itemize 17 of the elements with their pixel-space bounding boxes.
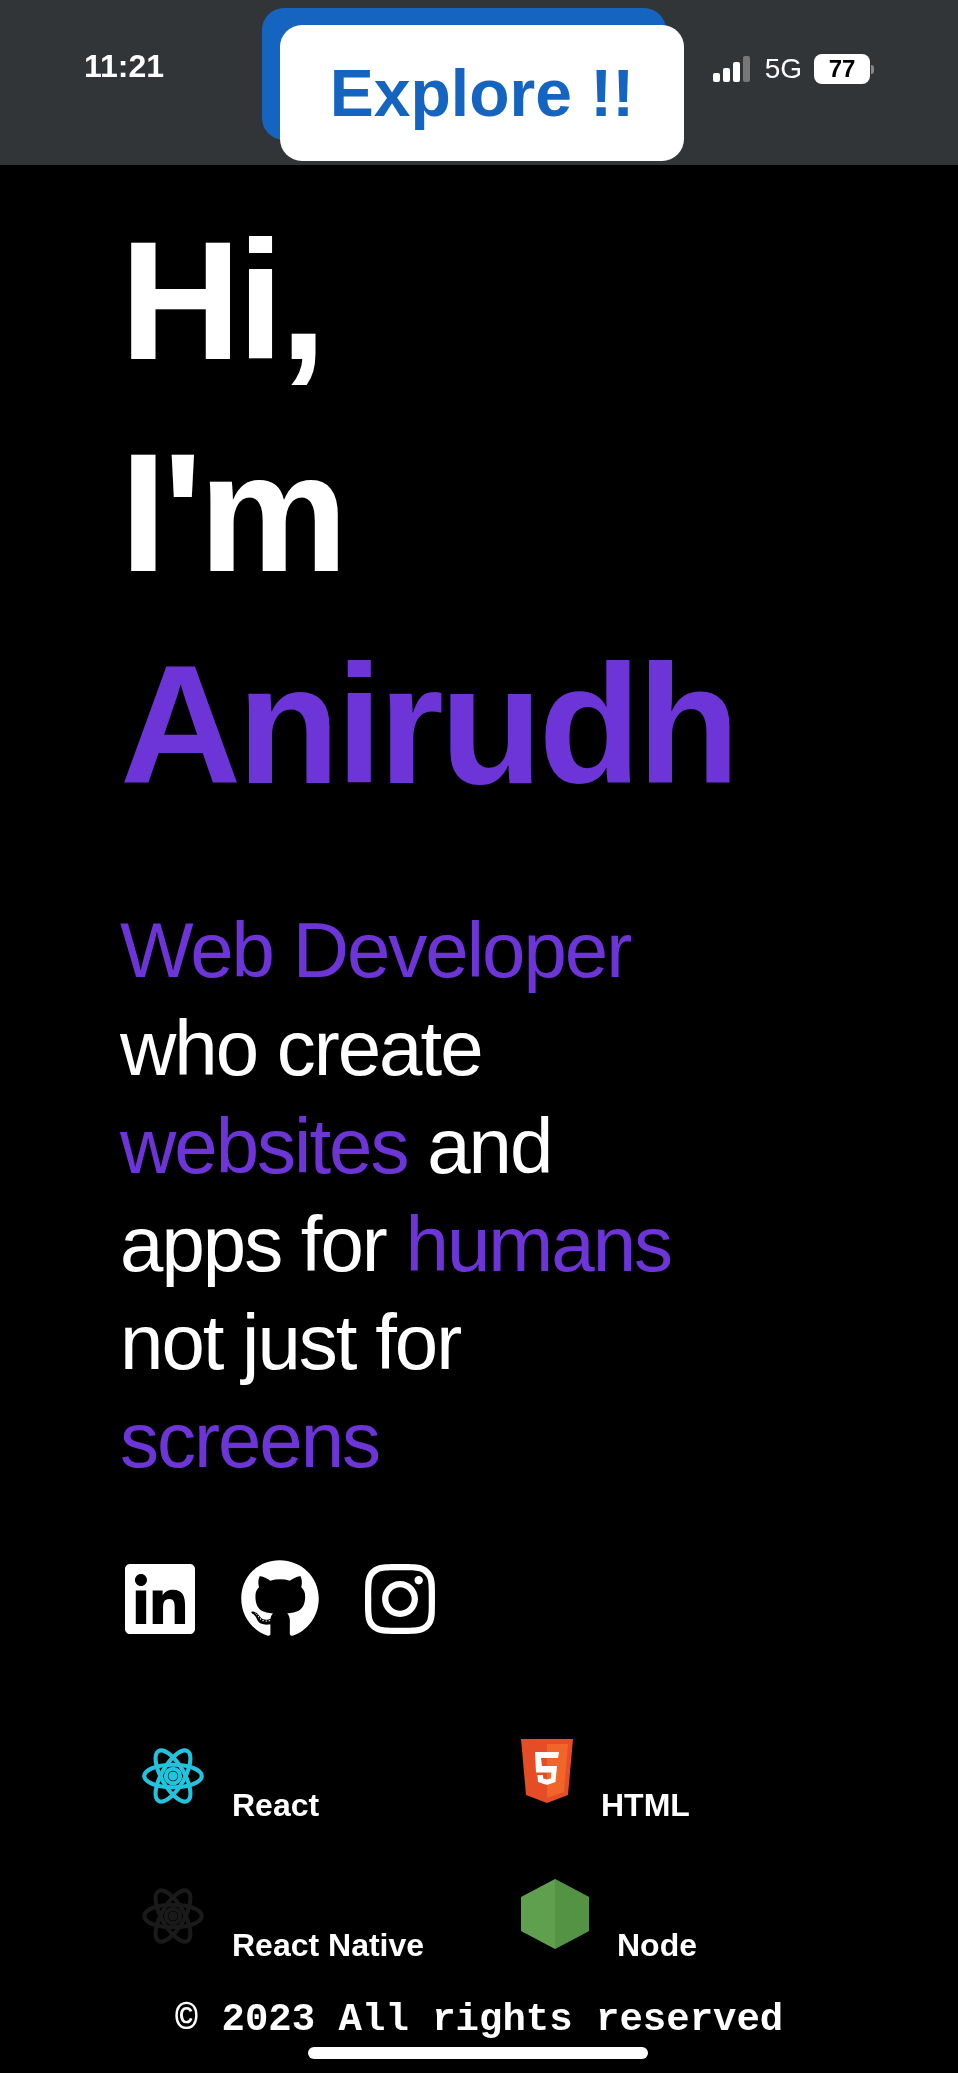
skill-label: Node bbox=[617, 1926, 697, 1965]
hero-heading: Anirudh bbox=[120, 630, 737, 821]
clock: 11:21 bbox=[84, 47, 165, 86]
hero-heading: Hi, bbox=[120, 206, 324, 397]
html5-shield-icon bbox=[519, 1739, 575, 1803]
tagline: Web Developer who create websites and apps for humans not just for screens bbox=[120, 905, 672, 1486]
hero-heading: I'm bbox=[120, 418, 345, 609]
battery-indicator: 77 bbox=[814, 54, 874, 84]
signal-icon bbox=[712, 56, 753, 82]
skill-label: HTML bbox=[601, 1786, 690, 1825]
skill-label: React Native bbox=[232, 1926, 425, 1965]
skill-label: React bbox=[232, 1786, 320, 1825]
copyright-text: © 2023 All rights reserved bbox=[174, 1997, 784, 2043]
hexagon-icon bbox=[519, 1879, 591, 1949]
explore-button[interactable]: Explore !! bbox=[280, 25, 684, 161]
github-icon[interactable] bbox=[240, 1559, 320, 1639]
network-label: 5G bbox=[764, 52, 802, 86]
